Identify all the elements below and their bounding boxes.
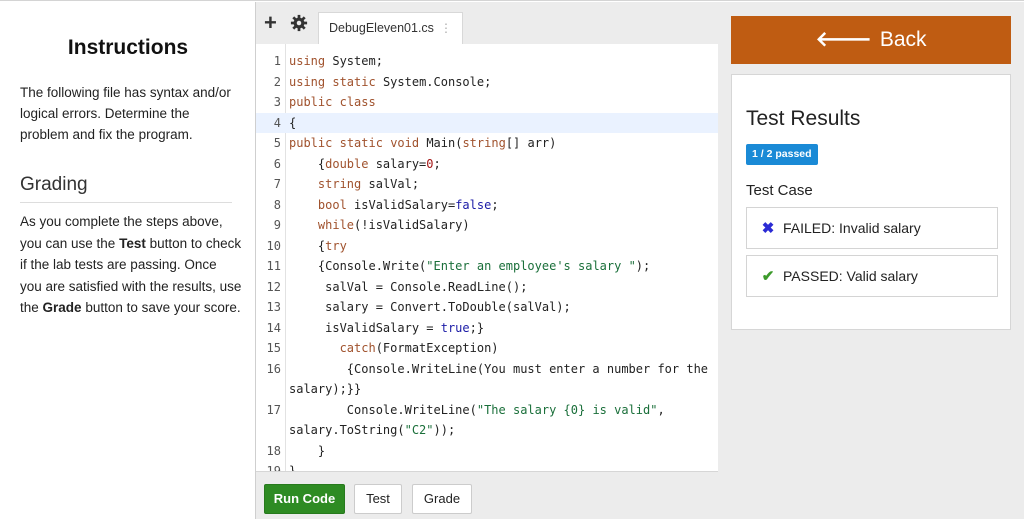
code-text-wrapped[interactable]: salary);}} <box>289 379 361 400</box>
line-number: 1 <box>273 54 281 68</box>
line-number: 8 <box>273 197 281 212</box>
code-text[interactable]: isValidSalary = true;} <box>289 318 484 339</box>
code-line[interactable]: 7 string salVal; <box>256 174 718 195</box>
code-text[interactable]: {Console.Write("Enter an employee's sala… <box>289 256 650 277</box>
code-text[interactable]: { <box>289 113 296 134</box>
code-text[interactable]: using static System.Console; <box>289 72 491 93</box>
file-tab-label: DebugEleven01.cs <box>329 21 434 35</box>
code-line[interactable]: 11 {Console.Write("Enter an employee's s… <box>256 256 718 277</box>
test-case-passed[interactable]: ✔ PASSED: Valid salary <box>746 255 998 297</box>
code-text[interactable]: catch(FormatException) <box>289 338 499 359</box>
gear-icon[interactable] <box>290 14 308 32</box>
grading-test-ref: Test <box>119 235 146 251</box>
code-text[interactable]: public class <box>289 92 383 113</box>
test-case-label-failed: FAILED: Invalid salary <box>783 220 921 236</box>
code-line[interactable]: 18 } <box>256 441 718 462</box>
test-case-label-passed: PASSED: Valid salary <box>783 268 918 284</box>
code-text[interactable]: using System; <box>289 51 383 72</box>
code-lines[interactable]: 1 using System; 2 using static System.Conso… <box>256 51 718 471</box>
code-text[interactable]: salary = Convert.ToDouble(salVal); <box>289 297 571 318</box>
plus-icon[interactable]: + <box>264 12 277 34</box>
line-number: 7 <box>273 177 281 191</box>
line-number: 11 <box>266 259 281 273</box>
code-text[interactable]: salVal = Console.ReadLine(); <box>289 277 527 298</box>
code-line[interactable]: 1 using System; <box>256 51 718 72</box>
arrow-left-icon: 🡐 <box>815 28 872 51</box>
line-number: 19 <box>266 464 281 471</box>
code-text[interactable]: Console.WriteLine("The salary {0} is val… <box>289 400 665 421</box>
code-editor: + DebugEleven01.cs ⋮ 1 using System; 2 u… <box>256 2 718 519</box>
code-line[interactable]: 15 catch(FormatException) <box>256 338 718 359</box>
instructions-text: The following file has syntax and/or log… <box>20 85 231 142</box>
line-number: 17 <box>266 402 281 417</box>
code-line[interactable]: 12 salVal = Console.ReadLine(); <box>256 277 718 298</box>
line-number: 4 <box>273 115 281 130</box>
line-number: 12 <box>266 279 281 294</box>
editor-tabbar: + DebugEleven01.cs ⋮ <box>256 2 718 44</box>
test-results-card: Test Results 1 / 2 passed Test Case ✖ FAI… <box>731 74 1011 330</box>
code-text[interactable]: public static void Main(string[] arr) <box>289 133 556 154</box>
code-area[interactable]: 1 using System; 2 using static System.Conso… <box>256 44 718 471</box>
line-number: 3 <box>273 95 281 109</box>
code-line[interactable]: 14 isValidSalary = true;} <box>256 318 718 339</box>
line-number: 9 <box>273 218 281 232</box>
test-case-failed[interactable]: ✖ FAILED: Invalid salary <box>746 207 998 249</box>
back-button[interactable]: 🡐 Back <box>731 16 1011 64</box>
line-number: 2 <box>273 74 281 89</box>
run-code-button[interactable]: Run Code <box>264 484 345 514</box>
code-text[interactable]: } <box>289 441 325 462</box>
file-tab[interactable]: DebugEleven01.cs ⋮ <box>318 12 463 44</box>
code-line[interactable]: 3 public class <box>256 92 718 113</box>
instructions-title: Instructions <box>67 36 189 59</box>
line-number: 15 <box>266 341 281 355</box>
code-line[interactable]: 9 while(!isValidSalary) <box>256 215 718 236</box>
instructions-panel: Instructions The following file has synt… <box>0 2 256 519</box>
code-text[interactable]: while(!isValidSalary) <box>289 215 470 236</box>
grading-text: As you complete the steps above, you can… <box>20 211 242 319</box>
grading-heading: Grading <box>20 174 232 203</box>
code-text[interactable]: bool isValidSalary=false; <box>289 195 499 216</box>
x-icon: ✖ <box>761 220 775 237</box>
code-text[interactable]: {double salary=0; <box>289 154 441 175</box>
line-number: 18 <box>266 443 281 458</box>
grade-button[interactable]: Grade <box>412 484 472 514</box>
test-button[interactable]: Test <box>354 484 402 514</box>
code-line[interactable]: 16 {Console.WriteLine(You must enter a n… <box>256 359 718 400</box>
line-number: 5 <box>273 136 281 150</box>
test-case-label: Test Case <box>746 182 813 199</box>
test-results-title: Test Results <box>746 107 861 130</box>
grading-text-part: button to save your score. <box>81 300 241 315</box>
line-number: 10 <box>266 238 281 253</box>
check-icon: ✔ <box>761 268 775 285</box>
code-text[interactable]: {try <box>289 236 347 257</box>
code-line[interactable]: 10 {try <box>256 236 718 257</box>
passed-count-badge: 1 / 2 passed <box>746 144 818 165</box>
results-panel: 🡐 Back Test Results 1 / 2 passed Test Cas… <box>718 2 1024 519</box>
back-button-label: Back <box>879 28 927 51</box>
grading-grade-ref: Grade <box>42 300 82 315</box>
code-line[interactable]: 4{ <box>256 112 718 134</box>
line-number: 16 <box>266 361 281 376</box>
code-text-wrapped[interactable]: salary.ToString("C2")); <box>289 420 455 441</box>
code-text[interactable]: } <box>289 461 296 471</box>
code-line[interactable]: 8 bool isValidSalary=false; <box>256 195 718 216</box>
line-number: 13 <box>266 300 281 314</box>
code-text[interactable]: {Console.WriteLine(You must enter a numb… <box>289 359 708 380</box>
code-line[interactable]: 19} <box>256 461 718 471</box>
code-line[interactable]: 13 salary = Convert.ToDouble(salVal); <box>256 297 718 318</box>
vertical-ellipsis-icon[interactable]: ⋮ <box>440 21 452 35</box>
code-text[interactable]: string salVal; <box>289 174 419 195</box>
code-line[interactable]: 6 {double salary=0; <box>256 154 718 175</box>
editor-footer: Run Code Test Grade <box>256 471 718 519</box>
line-number: 14 <box>266 320 281 335</box>
code-line[interactable]: 17 Console.WriteLine("The salary {0} is … <box>256 400 718 441</box>
code-line[interactable]: 2 using static System.Console; <box>256 72 718 93</box>
code-line[interactable]: 5 public static void Main(string[] arr) <box>256 133 718 154</box>
app-frame: Instructions The following file has synt… <box>0 0 1024 519</box>
line-number: 6 <box>273 156 281 171</box>
